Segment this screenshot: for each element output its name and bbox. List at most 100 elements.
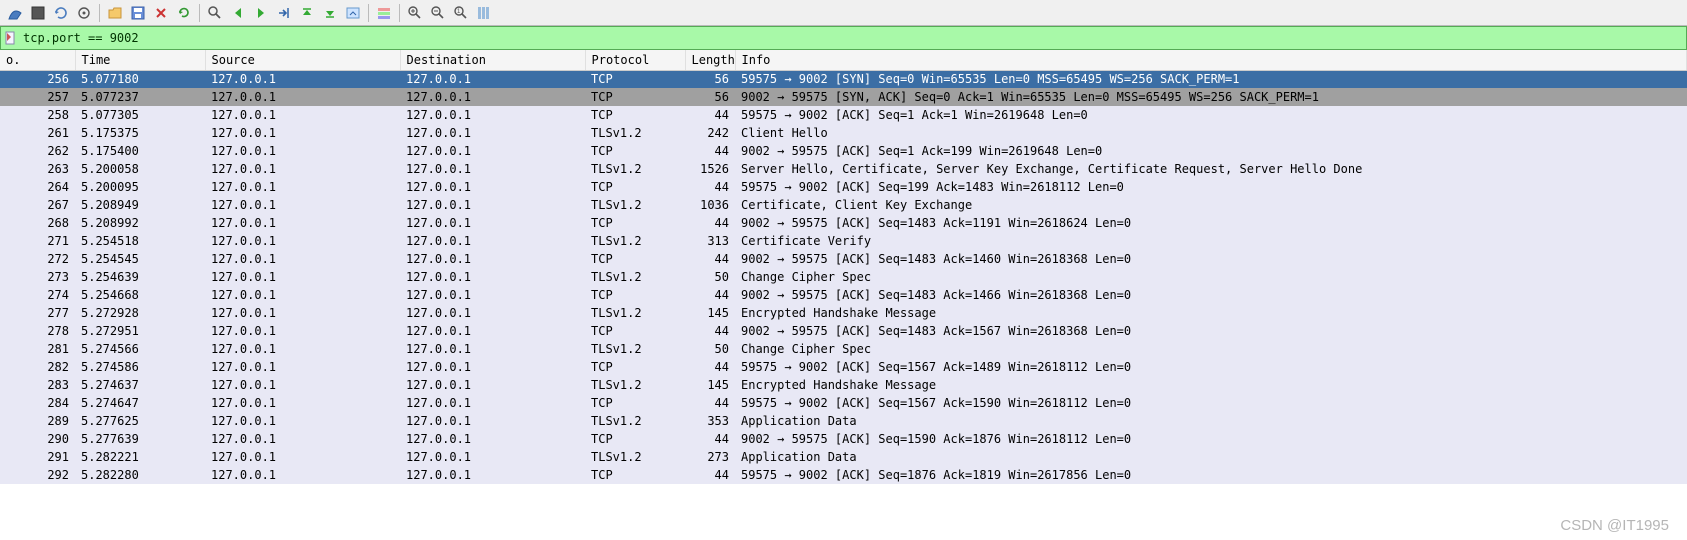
folder-icon[interactable] xyxy=(104,2,126,24)
display-filter-bar xyxy=(0,26,1687,50)
cell-source: 127.0.0.1 xyxy=(205,142,400,160)
packet-row[interactable]: 2775.272928127.0.0.1127.0.0.1TLSv1.2145E… xyxy=(0,304,1687,322)
shark-fin-icon[interactable] xyxy=(4,2,26,24)
cell-no: 289 xyxy=(0,412,75,430)
packet-row[interactable]: 2845.274647127.0.0.1127.0.0.1TCP4459575 … xyxy=(0,394,1687,412)
cell-length: 50 xyxy=(685,268,735,286)
col-header-time[interactable]: Time xyxy=(75,50,205,70)
stop-icon[interactable] xyxy=(27,2,49,24)
cell-source: 127.0.0.1 xyxy=(205,304,400,322)
cell-protocol: TCP xyxy=(585,286,685,304)
packet-row[interactable]: 2675.208949127.0.0.1127.0.0.1TLSv1.21036… xyxy=(0,196,1687,214)
packet-list-table: o. Time Source Destination Protocol Leng… xyxy=(0,50,1687,484)
cell-no: 258 xyxy=(0,106,75,124)
save-icon[interactable] xyxy=(127,2,149,24)
packet-row[interactable]: 2785.272951127.0.0.1127.0.0.1TCP449002 →… xyxy=(0,322,1687,340)
packet-row[interactable]: 2915.282221127.0.0.1127.0.0.1TLSv1.2273A… xyxy=(0,448,1687,466)
reload-icon[interactable] xyxy=(173,2,195,24)
columns-icon[interactable] xyxy=(473,2,495,24)
prev-icon[interactable] xyxy=(227,2,249,24)
col-header-length[interactable]: Length xyxy=(685,50,735,70)
toolbar-separator xyxy=(199,4,200,22)
cell-destination: 127.0.0.1 xyxy=(400,214,585,232)
col-header-info[interactable]: Info xyxy=(735,50,1687,70)
cell-source: 127.0.0.1 xyxy=(205,160,400,178)
cell-no: 274 xyxy=(0,286,75,304)
cell-info: 9002 → 59575 [ACK] Seq=1483 Ack=1191 Win… xyxy=(735,214,1687,232)
goto-icon[interactable] xyxy=(273,2,295,24)
cell-source: 127.0.0.1 xyxy=(205,124,400,142)
cell-protocol: TCP xyxy=(585,358,685,376)
cell-protocol: TLSv1.2 xyxy=(585,340,685,358)
cell-time: 5.077180 xyxy=(75,70,205,88)
packet-row[interactable]: 2745.254668127.0.0.1127.0.0.1TCP449002 →… xyxy=(0,286,1687,304)
find-icon[interactable] xyxy=(204,2,226,24)
watermark-text: CSDN @IT1995 xyxy=(1560,517,1669,534)
cell-source: 127.0.0.1 xyxy=(205,430,400,448)
cell-time: 5.272951 xyxy=(75,322,205,340)
cell-length: 1526 xyxy=(685,160,735,178)
top-icon[interactable] xyxy=(296,2,318,24)
cell-protocol: TCP xyxy=(585,394,685,412)
cell-no: 277 xyxy=(0,304,75,322)
cell-no: 273 xyxy=(0,268,75,286)
packet-row[interactable]: 2905.277639127.0.0.1127.0.0.1TCP449002 →… xyxy=(0,430,1687,448)
cell-protocol: TLSv1.2 xyxy=(585,448,685,466)
bottom-icon[interactable] xyxy=(319,2,341,24)
cell-protocol: TCP xyxy=(585,214,685,232)
cell-info: 59575 → 9002 [ACK] Seq=1567 Ack=1489 Win… xyxy=(735,358,1687,376)
packet-row[interactable]: 2565.077180127.0.0.1127.0.0.1TCP5659575 … xyxy=(0,70,1687,88)
cell-time: 5.254639 xyxy=(75,268,205,286)
cell-source: 127.0.0.1 xyxy=(205,286,400,304)
cell-protocol: TCP xyxy=(585,142,685,160)
cell-source: 127.0.0.1 xyxy=(205,358,400,376)
packet-row[interactable]: 2835.274637127.0.0.1127.0.0.1TLSv1.2145E… xyxy=(0,376,1687,394)
next-icon[interactable] xyxy=(250,2,272,24)
col-header-protocol[interactable]: Protocol xyxy=(585,50,685,70)
cell-time: 5.200095 xyxy=(75,178,205,196)
zoom-reset-icon[interactable]: 1 xyxy=(450,2,472,24)
main-toolbar: 1 xyxy=(0,0,1687,26)
cell-length: 44 xyxy=(685,142,735,160)
packet-row[interactable]: 2925.282280127.0.0.1127.0.0.1TCP4459575 … xyxy=(0,466,1687,484)
bookmark-icon[interactable] xyxy=(3,30,19,46)
packet-row[interactable]: 2825.274586127.0.0.1127.0.0.1TCP4459575 … xyxy=(0,358,1687,376)
cell-info: Certificate, Client Key Exchange xyxy=(735,196,1687,214)
cell-info: 9002 → 59575 [ACK] Seq=1483 Ack=1567 Win… xyxy=(735,322,1687,340)
packet-row[interactable]: 2625.175400127.0.0.1127.0.0.1TCP449002 →… xyxy=(0,142,1687,160)
packet-row[interactable]: 2725.254545127.0.0.1127.0.0.1TCP449002 →… xyxy=(0,250,1687,268)
packet-row[interactable]: 2685.208992127.0.0.1127.0.0.1TCP449002 →… xyxy=(0,214,1687,232)
cell-length: 145 xyxy=(685,376,735,394)
col-header-destination[interactable]: Destination xyxy=(400,50,585,70)
options-icon[interactable] xyxy=(73,2,95,24)
packet-row[interactable]: 2645.200095127.0.0.1127.0.0.1TCP4459575 … xyxy=(0,178,1687,196)
colorize-icon[interactable] xyxy=(373,2,395,24)
cell-info: 59575 → 9002 [SYN] Seq=0 Win=65535 Len=0… xyxy=(735,70,1687,88)
packet-row[interactable]: 2575.077237127.0.0.1127.0.0.1TCP569002 →… xyxy=(0,88,1687,106)
cell-length: 44 xyxy=(685,286,735,304)
packet-row[interactable]: 2735.254639127.0.0.1127.0.0.1TLSv1.250Ch… xyxy=(0,268,1687,286)
cell-time: 5.254545 xyxy=(75,250,205,268)
cell-time: 5.254668 xyxy=(75,286,205,304)
packet-row[interactable]: 2815.274566127.0.0.1127.0.0.1TLSv1.250Ch… xyxy=(0,340,1687,358)
close-icon[interactable] xyxy=(150,2,172,24)
packet-row[interactable]: 2895.277625127.0.0.1127.0.0.1TLSv1.2353A… xyxy=(0,412,1687,430)
cell-time: 5.175375 xyxy=(75,124,205,142)
col-header-source[interactable]: Source xyxy=(205,50,400,70)
cell-info: Change Cipher Spec xyxy=(735,268,1687,286)
autoscroll-icon[interactable] xyxy=(342,2,364,24)
zoom-in-icon[interactable] xyxy=(404,2,426,24)
zoom-out-icon[interactable] xyxy=(427,2,449,24)
packet-row[interactable]: 2615.175375127.0.0.1127.0.0.1TLSv1.2242C… xyxy=(0,124,1687,142)
cell-source: 127.0.0.1 xyxy=(205,106,400,124)
cell-info: Server Hello, Certificate, Server Key Ex… xyxy=(735,160,1687,178)
packet-row[interactable]: 2715.254518127.0.0.1127.0.0.1TLSv1.2313C… xyxy=(0,232,1687,250)
cell-time: 5.274647 xyxy=(75,394,205,412)
packet-row[interactable]: 2585.077305127.0.0.1127.0.0.1TCP4459575 … xyxy=(0,106,1687,124)
cell-source: 127.0.0.1 xyxy=(205,376,400,394)
restart-icon[interactable] xyxy=(50,2,72,24)
cell-length: 1036 xyxy=(685,196,735,214)
col-header-no[interactable]: o. xyxy=(0,50,75,70)
display-filter-input[interactable] xyxy=(23,31,1684,45)
packet-row[interactable]: 2635.200058127.0.0.1127.0.0.1TLSv1.21526… xyxy=(0,160,1687,178)
